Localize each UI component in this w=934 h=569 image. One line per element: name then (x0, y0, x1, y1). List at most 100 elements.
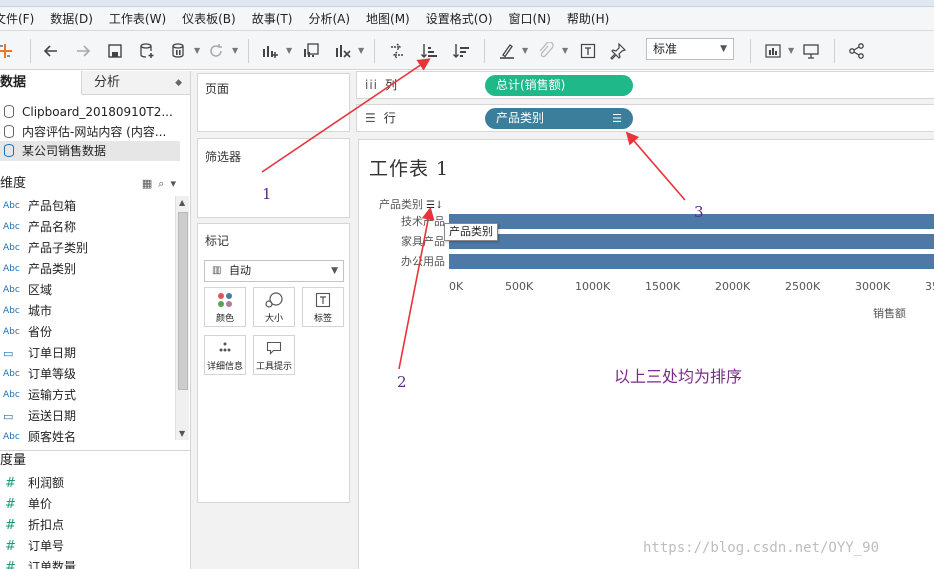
search-icon[interactable]: ⌕ (158, 177, 170, 190)
sort-indicator-icon[interactable]: ☰ (612, 108, 622, 129)
label-icon[interactable] (577, 40, 599, 62)
dimensions-scrollbar[interactable]: ▲ ▼ (175, 196, 189, 440)
new-worksheet-dropdown-icon[interactable]: ▼ (286, 47, 294, 55)
share-icon[interactable] (846, 40, 868, 62)
bar[interactable] (449, 234, 934, 249)
new-worksheet-icon[interactable] (259, 40, 281, 62)
measure-field[interactable]: # 折扣点 (0, 515, 172, 536)
dimension-field[interactable]: Abc 区域 (0, 280, 172, 301)
rows-shelf[interactable]: ☰ 行 产品类别 ☰ (356, 104, 934, 132)
dimension-field[interactable]: Abc 省份 (0, 322, 172, 343)
menu-help[interactable]: 帮助(H) (559, 7, 617, 31)
menu-analysis[interactable]: 分析(A) (300, 7, 358, 31)
menu-dashboard[interactable]: 仪表板(B) (174, 7, 244, 31)
menu-map[interactable]: 地图(M) (358, 7, 418, 31)
sort-ascending-icon[interactable] (418, 40, 440, 62)
toolbar: ▼ ▼ ▼ ▼ ▼ ▼ ▼ (0, 31, 934, 70)
mark-size-button[interactable]: 大小 (253, 287, 295, 327)
dimension-field[interactable]: Abc 产品子类别 (0, 238, 172, 259)
dimension-field[interactable]: Abc 顾客姓名 (0, 427, 172, 448)
field-label: 运送日期 (28, 409, 77, 423)
datasource-item-selected[interactable]: 某公司销售数据 (0, 141, 180, 161)
save-icon[interactable] (104, 40, 126, 62)
swap-icon[interactable] (386, 40, 408, 62)
bar[interactable] (449, 254, 934, 269)
dimension-field[interactable]: ▭ 运送日期 (0, 406, 172, 427)
measure-field[interactable]: # 利润额 (0, 473, 172, 494)
dimension-field[interactable]: Abc 订单等级 (0, 364, 172, 385)
field-label: 利润额 (28, 476, 65, 490)
show-me-dropdown-icon[interactable]: ▼ (788, 47, 796, 55)
menu-data[interactable]: 数据(D) (42, 7, 101, 31)
mark-type-select[interactable]: ▥ 自动 ▼ (204, 260, 344, 282)
x-axis-tick-label: 350 (925, 280, 934, 293)
tab-data[interactable]: 数据 (0, 71, 82, 95)
filters-card[interactable]: 筛选器 (197, 138, 350, 218)
menu-story[interactable]: 故事(T) (244, 7, 301, 31)
bar[interactable] (449, 214, 934, 229)
presentation-icon[interactable] (800, 40, 822, 62)
sort-button-icon[interactable]: ☰↓ (426, 200, 443, 211)
scrollbar-thumb[interactable] (178, 212, 188, 390)
group-icon[interactable] (535, 40, 557, 62)
refresh-icon[interactable] (205, 40, 227, 62)
datasource-item[interactable]: Clipboard_20180910T2... (0, 102, 180, 122)
datasource-item[interactable]: 内容评估-网站内容 (内容... (0, 122, 180, 142)
rows-pill[interactable]: 产品类别 ☰ (485, 108, 633, 129)
chevron-down-icon[interactable]: ▾ (170, 177, 182, 190)
highlight-icon[interactable] (496, 40, 518, 62)
scroll-down-icon[interactable]: ▼ (179, 429, 185, 438)
dimension-field[interactable]: Abc 产品类别 (0, 259, 172, 280)
fit-select[interactable]: 标准 ▼ (646, 38, 734, 60)
columns-shelf[interactable]: iii 列 总计(销售额) (356, 71, 934, 99)
mark-color-button[interactable]: 颜色 (204, 287, 246, 327)
show-me-icon[interactable] (762, 40, 784, 62)
sort-descending-icon[interactable] (450, 40, 472, 62)
dimension-field[interactable]: Abc 运输方式 (0, 385, 172, 406)
category-label[interactable]: 技术产品 (375, 213, 445, 229)
menu-format[interactable]: 设置格式(O) (418, 7, 501, 31)
mark-tooltip-button[interactable]: 工具提示 (253, 335, 295, 375)
rows-pill-label: 产品类别 (496, 111, 545, 125)
measure-field[interactable]: # 单价 (0, 494, 172, 515)
undo-icon[interactable] (40, 40, 62, 62)
dimension-field[interactable]: Abc 产品包箱 (0, 196, 172, 217)
menu-window[interactable]: 窗口(N) (501, 7, 559, 31)
clear-sheet-icon[interactable] (332, 40, 354, 62)
view-list-icon[interactable]: ▦ (142, 177, 158, 190)
datasource-label: 某公司销售数据 (22, 144, 107, 158)
sheet-title[interactable]: 工作表 1 (369, 154, 449, 181)
category-label[interactable]: 办公用品 (375, 253, 445, 269)
pause-update-icon[interactable] (168, 40, 190, 62)
tab-analysis[interactable]: 分析 ◆ (82, 71, 190, 95)
highlight-dropdown-icon[interactable]: ▼ (522, 47, 530, 55)
mark-label-button[interactable]: 标签 (302, 287, 344, 327)
row-header[interactable]: 产品类别 ☰↓ (379, 196, 443, 212)
toolbar-separator (248, 39, 249, 63)
menu-file[interactable]: 文件(F) (0, 7, 42, 31)
clear-sheet-dropdown-icon[interactable]: ▼ (358, 47, 366, 55)
duplicate-sheet-icon[interactable] (300, 40, 322, 62)
field-label: 城市 (28, 304, 53, 318)
dimension-field[interactable]: Abc 城市 (0, 301, 172, 322)
dimension-field[interactable]: ▭ 订单日期 (0, 343, 172, 364)
scroll-up-icon[interactable]: ▲ (179, 198, 185, 207)
redo-icon[interactable] (72, 40, 94, 62)
category-label[interactable]: 家具产品 (375, 233, 445, 249)
mark-detail-button[interactable]: 详细信息 (204, 335, 246, 375)
bar-mark-icon: ▥ (212, 265, 222, 276)
tableau-logo-icon[interactable] (0, 40, 16, 62)
mark-type-value: 自动 (229, 264, 251, 277)
new-datasource-icon[interactable] (136, 40, 158, 62)
menu-worksheet[interactable]: 工作表(W) (101, 7, 174, 31)
pin-icon[interactable] (607, 40, 629, 62)
pages-card[interactable]: 页面 (197, 73, 350, 132)
pause-update-dropdown-icon[interactable]: ▼ (194, 47, 202, 55)
columns-pill-label: 总计(销售额) (496, 78, 566, 92)
measure-field[interactable]: # 订单号 (0, 536, 172, 557)
columns-pill[interactable]: 总计(销售额) (485, 75, 633, 96)
dimension-field[interactable]: Abc 产品名称 (0, 217, 172, 238)
refresh-dropdown-icon[interactable]: ▼ (232, 47, 240, 55)
measure-field[interactable]: # 订单数量 (0, 557, 172, 569)
group-dropdown-icon[interactable]: ▼ (562, 47, 570, 55)
